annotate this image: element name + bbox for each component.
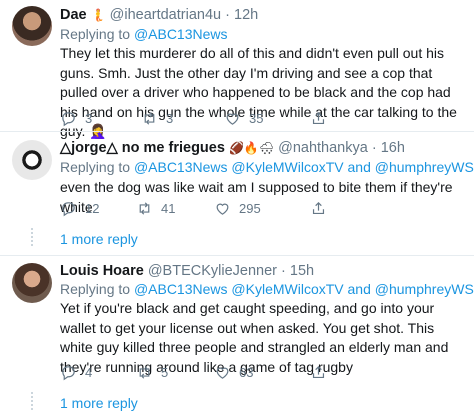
like-button[interactable]: 295 (214, 200, 310, 217)
replying-to-prefix: Replying to (60, 159, 131, 175)
retweet-count: 41 (161, 200, 176, 216)
tweet-louis[interactable]: Louis Hoare @BTECKylieJenner · 15h Reply… (0, 256, 474, 413)
separator-dot: · (281, 263, 286, 279)
replying-to: Replying to @ABC13News @KyleMWilcoxTV an… (60, 281, 474, 297)
retweet-icon (139, 365, 150, 379)
user-handle[interactable]: @BTECKylieJenner (148, 263, 277, 279)
thread-connector (31, 392, 33, 410)
avatar[interactable] (12, 263, 52, 303)
share-icon (312, 111, 325, 124)
like-button[interactable]: 35 (224, 110, 310, 127)
like-count: 35 (249, 110, 264, 126)
reply-icon (62, 365, 75, 380)
avatar[interactable] (12, 6, 52, 46)
share-button[interactable] (310, 364, 327, 381)
replying-to-mentions[interactable]: @ABC13News @KyleMWilcoxTV and @humphreyW… (134, 281, 474, 297)
reply-count: 12 (85, 200, 100, 216)
avatar[interactable] (12, 140, 52, 180)
retweet-count: 5 (161, 364, 169, 380)
retweet-icon (139, 201, 150, 215)
reply-icon (62, 201, 75, 216)
reply-icon (62, 111, 75, 126)
display-name[interactable]: △jorge△ no me friegues (60, 140, 225, 156)
like-icon (216, 203, 229, 215)
thread-connector (31, 228, 33, 246)
display-name[interactable]: Dae (60, 7, 87, 23)
replying-to-prefix: Replying to (60, 26, 131, 42)
replying-to-mentions[interactable]: @ABC13News (134, 26, 228, 42)
share-button[interactable] (310, 200, 327, 217)
tweet-header: △jorge△ no me friegues 🏈🔥🌨 @nahthankya ·… (60, 140, 405, 156)
more-replies-link[interactable]: 1 more reply (60, 231, 138, 247)
reply-button[interactable]: 4 (60, 364, 136, 381)
retweet-button[interactable]: 3 (141, 110, 224, 127)
tweet-header: Louis Hoare @BTECKylieJenner · 15h (60, 263, 314, 279)
retweet-count: 3 (166, 110, 174, 126)
replying-to-prefix: Replying to (60, 281, 131, 297)
share-icon (312, 201, 325, 214)
like-button[interactable]: 63 (214, 364, 310, 381)
reply-count: 3 (85, 110, 93, 126)
retweet-button[interactable]: 41 (136, 200, 214, 217)
name-emoji: 🧜 (90, 8, 106, 22)
share-button[interactable] (310, 110, 327, 127)
more-replies-link[interactable]: 1 more reply (60, 395, 138, 411)
tweet-jorge[interactable]: △jorge△ no me friegues 🏈🔥🌨 @nahthankya ·… (0, 132, 474, 250)
replying-to-mentions[interactable]: @ABC13News @KyleMWilcoxTV and @humphreyW… (134, 159, 474, 175)
display-name[interactable]: Louis Hoare (60, 263, 144, 279)
separator-dot: · (225, 7, 230, 23)
separator-dot: · (371, 140, 377, 156)
timestamp[interactable]: 16h (381, 140, 405, 156)
tweet-header: Dae 🧜 @iheartdatrian4u · 12h (60, 7, 258, 23)
like-icon (216, 367, 229, 379)
share-icon (312, 365, 325, 378)
retweet-icon (144, 111, 155, 125)
tweet-actions: 4 5 63 (60, 362, 327, 382)
user-handle[interactable]: @nahthankya (278, 140, 368, 156)
tweet-actions: 12 41 295 (60, 198, 327, 218)
like-count: 63 (239, 364, 254, 380)
replying-to: Replying to @ABC13News (60, 26, 228, 42)
timestamp[interactable]: 15h (290, 263, 314, 279)
timestamp[interactable]: 12h (234, 7, 258, 23)
name-emoji: 🏈🔥🌨 (228, 141, 275, 155)
reply-button[interactable]: 3 (60, 110, 141, 127)
like-icon (226, 113, 239, 125)
like-count: 295 (239, 200, 261, 216)
retweet-button[interactable]: 5 (136, 364, 214, 381)
tweet-actions: 3 3 35 (60, 108, 327, 128)
tweet-dae[interactable]: Dae 🧜 @iheartdatrian4u · 12h Replying to… (0, 0, 474, 139)
replying-to: Replying to @ABC13News @KyleMWilcoxTV an… (60, 159, 474, 175)
reply-button[interactable]: 12 (60, 200, 136, 217)
reply-count: 4 (85, 364, 93, 380)
user-handle[interactable]: @iheartdatrian4u (110, 7, 221, 23)
